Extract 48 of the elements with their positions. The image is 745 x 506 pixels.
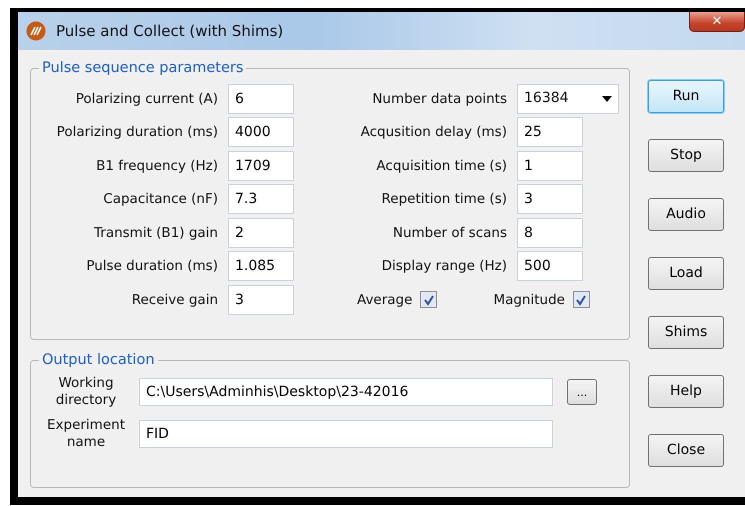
field-label: Repetition time (s) xyxy=(380,190,507,210)
text-field[interactable]: 1 xyxy=(517,150,583,181)
field-label: Polarizing duration (ms) xyxy=(56,123,218,142)
dialog-button[interactable]: Audio xyxy=(648,198,724,231)
checkbox[interactable] xyxy=(420,291,438,308)
browse-button[interactable]: ... xyxy=(567,379,597,405)
field-label: Receive gain xyxy=(132,290,218,310)
field-label: Pulse duration (ms) xyxy=(86,257,218,276)
dialog-button[interactable]: Load xyxy=(648,257,724,290)
text-field[interactable]: 8 xyxy=(517,218,583,248)
text-field[interactable]: 4000 xyxy=(228,117,294,148)
text-field[interactable]: 1.085 xyxy=(228,251,294,282)
dialog-button[interactable]: Stop xyxy=(648,139,724,172)
window-title: Pulse and Collect (with Shims) xyxy=(56,20,284,42)
field-label: Acquisition time (s) xyxy=(375,156,507,176)
field-label: Number of scans xyxy=(392,224,507,243)
text-field[interactable]: 7.3 xyxy=(228,184,294,214)
checkbox-label: Average xyxy=(357,290,412,310)
field-label: Number data points xyxy=(371,90,507,109)
dropdown-arrow-icon xyxy=(602,96,612,102)
text-field[interactable]: 500 xyxy=(517,251,583,282)
dialog-button[interactable]: Help xyxy=(648,375,724,408)
field-label: Capacitance (nF) xyxy=(103,190,218,210)
checkbox-label: Magnitude xyxy=(493,290,565,310)
checkbox[interactable] xyxy=(572,291,590,308)
text-field[interactable]: 1709 xyxy=(228,150,294,181)
dialog-button[interactable]: Run xyxy=(648,80,724,113)
field-label: Working directory xyxy=(54,375,118,409)
text-field[interactable]: C:\Users\Adminhis\Desktop\23-42016 xyxy=(139,378,553,406)
field-label: B1 frequency (Hz) xyxy=(96,156,218,176)
text-field[interactable]: FID xyxy=(139,420,553,448)
dropdown[interactable]: 16384 xyxy=(517,84,619,114)
text-field[interactable]: 25 xyxy=(517,117,583,148)
group-title: Output location xyxy=(39,351,158,369)
field-label: Transmit (B1) gain xyxy=(94,224,218,243)
group-title: Pulse sequence parameters xyxy=(39,59,246,77)
text-field[interactable]: 6 xyxy=(228,84,294,114)
text-field[interactable]: 3 xyxy=(228,284,294,315)
app-icon xyxy=(26,21,46,41)
text-field[interactable]: 3 xyxy=(517,184,583,214)
field-label: Experiment name xyxy=(46,417,126,451)
close-button[interactable]: ✕ xyxy=(689,12,745,32)
field-label: Polarizing current (A) xyxy=(76,90,218,109)
text-field[interactable]: 2 xyxy=(228,218,294,248)
dialog-button[interactable]: Close xyxy=(648,434,724,467)
field-label: Acqusition delay (ms) xyxy=(360,123,507,142)
dialog-button[interactable]: Shims xyxy=(648,316,724,349)
field-label: Display range (Hz) xyxy=(380,257,507,276)
